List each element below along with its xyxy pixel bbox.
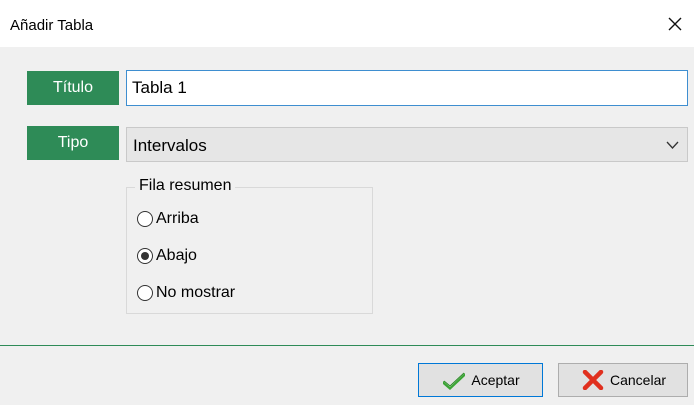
cancel-label: Cancelar [609, 372, 667, 388]
radio-label: Arriba [156, 210, 199, 227]
type-select-value: Intervalos [133, 136, 207, 155]
title-bar: Añadir Tabla [0, 0, 694, 47]
radio-abajo[interactable]: Abajo [137, 245, 197, 267]
radio-arriba[interactable]: Arriba [137, 208, 199, 230]
type-label: Tipo [27, 126, 119, 160]
title-input[interactable] [126, 70, 688, 106]
radio-label: Abajo [156, 247, 197, 264]
close-button[interactable] [664, 13, 686, 35]
chevron-down-icon [666, 140, 679, 150]
radio-no-mostrar[interactable]: No mostrar [137, 282, 235, 304]
summary-row-group: Fila resumen Arriba Abajo No mostrar [126, 177, 373, 314]
check-icon [441, 370, 467, 390]
dialog-footer: Aceptar Cancelar [0, 346, 694, 405]
dialog-content: Título Tipo Intervalos Fila resumen Arri… [0, 47, 694, 345]
accept-label: Aceptar [471, 372, 520, 388]
radio-button[interactable] [137, 285, 153, 301]
radio-button[interactable] [137, 211, 153, 227]
radio-label: No mostrar [156, 284, 236, 301]
cancel-button[interactable]: Cancelar [558, 363, 688, 397]
window-title: Añadir Tabla [10, 17, 94, 34]
red-x-icon [580, 370, 606, 390]
title-label: Título [27, 71, 119, 105]
summary-row-legend: Fila resumen [135, 177, 236, 195]
accept-button[interactable]: Aceptar [418, 363, 543, 397]
radio-button-selected[interactable] [137, 248, 153, 264]
close-icon [664, 13, 686, 35]
type-select[interactable]: Intervalos [126, 127, 688, 162]
